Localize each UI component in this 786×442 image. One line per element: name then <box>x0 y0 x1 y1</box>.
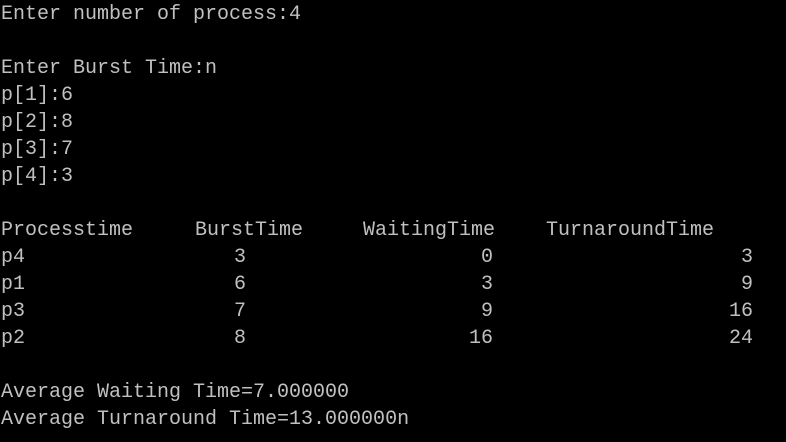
column-header-burst: BurstTime <box>195 219 304 242</box>
turnaround-time-value: 9 <box>740 273 753 296</box>
process-name: p4 <box>1 246 26 269</box>
table-header-row: Processtime BurstTime WaitingTime Turnar… <box>0 217 786 244</box>
table-row: p4 3 0 3 <box>0 244 786 271</box>
average-waiting-time: Average Waiting Time=7.000000 <box>1 381 350 404</box>
waiting-time-value: 9 <box>480 300 493 323</box>
process-name: p1 <box>1 273 26 296</box>
console-window[interactable]: Enter number of process:4 Enter Burst Ti… <box>0 0 786 442</box>
table-row: p3 7 9 16 <box>0 298 786 325</box>
table-row: p1 6 3 9 <box>0 271 786 298</box>
process-name: p2 <box>1 327 26 350</box>
turnaround-time-value: 24 <box>728 327 753 350</box>
column-header-waiting: WaitingTime <box>363 219 496 242</box>
average-turnaround-time: Average Turnaround Time=13.000000n <box>1 408 410 431</box>
burst-input-line: p[2]:8 <box>1 111 74 134</box>
prompt-process-count: Enter number of process:4 <box>1 3 302 26</box>
table-row: p2 8 16 24 <box>0 325 786 352</box>
waiting-time-value: 16 <box>468 327 493 350</box>
turnaround-time-value: 3 <box>740 246 753 269</box>
burst-time-value: 6 <box>233 273 246 296</box>
burst-time-value: 3 <box>233 246 246 269</box>
turnaround-time-value: 16 <box>728 300 753 323</box>
waiting-time-value: 0 <box>480 246 493 269</box>
waiting-time-value: 3 <box>480 273 493 296</box>
burst-input-line: p[3]:7 <box>1 138 74 161</box>
burst-input-line: p[4]:3 <box>1 165 74 188</box>
burst-time-value: 8 <box>233 327 246 350</box>
prompt-burst-time: Enter Burst Time:n <box>1 57 218 80</box>
column-header-turnaround: TurnaroundTime <box>546 219 715 242</box>
column-header-process: Processtime <box>1 219 134 242</box>
burst-time-value: 7 <box>233 300 246 323</box>
process-name: p3 <box>1 300 26 323</box>
burst-input-line: p[1]:6 <box>1 84 74 107</box>
